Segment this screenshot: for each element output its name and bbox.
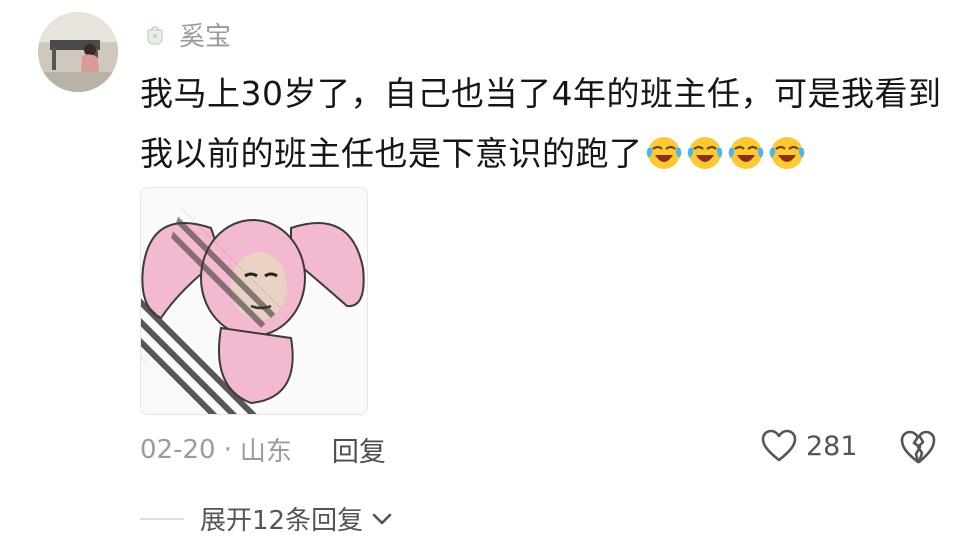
divider <box>140 517 184 520</box>
like-count: 281 <box>806 430 858 462</box>
avatar[interactable] <box>38 12 118 92</box>
laughing-tears-emoji <box>769 137 804 169</box>
comment-meta: 02-20 · 山东 回复 <box>140 430 386 469</box>
laughing-tears-emoji <box>728 137 763 169</box>
comment-line: 我以前的班主任也是下意识的跑了 <box>140 124 960 184</box>
heart-outline-icon[interactable] <box>760 428 798 464</box>
broken-heart-icon[interactable] <box>898 428 938 466</box>
laughing-tears-emoji <box>687 137 722 169</box>
comment-text: 我马上30岁了，自己也当了4年的班主任，可是我看到 我以前的班主任也是下意识的跑… <box>140 64 960 184</box>
comment-line-text: 我以前的班主任也是下意识的跑了 <box>140 134 643 173</box>
pink-bunny-meme-sticker[interactable] <box>140 187 368 415</box>
comment-date: 02-20 <box>140 434 216 465</box>
expand-replies-button[interactable]: 展开12条回复 <box>140 500 393 537</box>
comment-location: 山东 <box>239 437 292 467</box>
reply-button[interactable]: 回复 <box>332 430 386 469</box>
like-button[interactable]: 281 <box>760 428 858 464</box>
meta-separator: · <box>223 434 232 465</box>
comment-line: 我马上30岁了，自己也当了4年的班主任，可是我看到 <box>140 74 942 113</box>
username[interactable]: 奚宝 <box>179 16 231 53</box>
chevron-down-icon[interactable] <box>371 511 393 527</box>
teacup-icon <box>147 25 163 45</box>
username-row: 奚宝 <box>143 16 231 53</box>
laughing-tears-emoji <box>646 137 681 169</box>
expand-replies-label[interactable]: 展开12条回复 <box>200 500 363 537</box>
